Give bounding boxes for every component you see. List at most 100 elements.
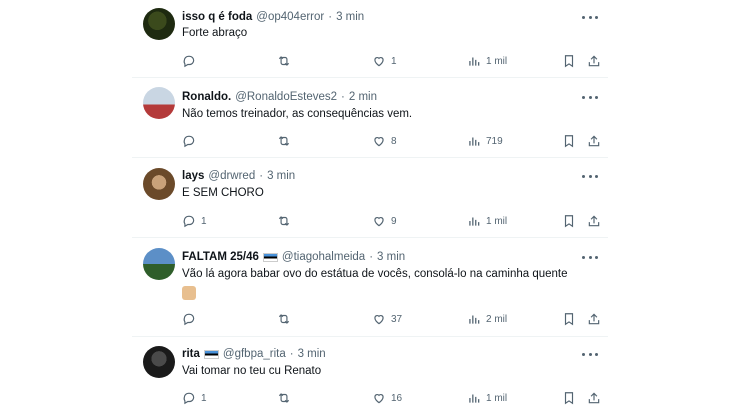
share-icon [588, 55, 600, 67]
action-bar: 8 719 [182, 133, 602, 149]
like-count: 9 [391, 215, 397, 227]
retweet-button[interactable] [277, 53, 296, 69]
display-name[interactable]: rita [182, 348, 200, 360]
reply-tweet[interactable]: FALTAM 25/46 @tiagohalmeida · 3 min Vão … [132, 239, 608, 337]
tweet-text: Vão lá agora babar ovo do estátua de voc… [182, 268, 568, 280]
like-button[interactable]: 16 [372, 390, 402, 406]
reply-button[interactable] [182, 133, 201, 149]
display-name[interactable]: Ronaldo. [182, 91, 231, 103]
more-icon[interactable] [582, 11, 598, 23]
like-button[interactable]: 1 [372, 53, 397, 69]
tweet-text: Vai tomar no teu cu Renato [182, 365, 322, 377]
reply-button[interactable] [182, 311, 201, 327]
bookmark-button[interactable] [562, 133, 576, 149]
views-button[interactable]: 1 mil [467, 53, 507, 69]
action-bar: 1 1 mil [182, 53, 602, 69]
share-button[interactable] [587, 311, 601, 327]
user-handle[interactable]: @RonaldoEsteves2 [235, 91, 337, 103]
share-icon [588, 135, 600, 147]
views-icon [469, 217, 480, 226]
user-handle[interactable]: @op404error [256, 11, 324, 23]
reply-tweet[interactable]: rita @gfbpa_rita · 3 min Vai tomar no te… [132, 338, 608, 416]
more-icon[interactable] [582, 348, 598, 360]
heart-icon [374, 315, 384, 325]
bookmark-button[interactable] [562, 53, 576, 69]
thumbs-up-emoji-icon [182, 286, 196, 300]
reply-tweet[interactable]: isso q é foda @op404error · 3 min Forte … [132, 0, 608, 78]
timestamp[interactable]: 3 min [298, 348, 326, 360]
retweet-icon [278, 56, 290, 66]
separator: · [289, 348, 294, 360]
more-icon[interactable] [582, 91, 598, 103]
tweet-text: Forte abraço [182, 27, 248, 39]
retweet-icon [278, 216, 290, 226]
bookmark-icon [564, 313, 574, 326]
separator: · [328, 11, 333, 23]
retweet-button[interactable] [277, 213, 296, 229]
views-button[interactable]: 719 [467, 133, 503, 149]
reply-tweet[interactable]: lays @drwred · 3 min E SEM CHORO 1 9 1 m… [132, 159, 608, 238]
like-count: 37 [391, 313, 403, 325]
avatar[interactable] [143, 87, 175, 119]
like-button[interactable]: 37 [372, 311, 402, 327]
like-count: 16 [391, 392, 403, 404]
views-icon [469, 394, 480, 403]
bookmark-button[interactable] [562, 213, 576, 229]
retweet-icon [278, 314, 290, 324]
share-button[interactable] [587, 213, 601, 229]
reply-icon [183, 135, 195, 148]
action-bar: 1 9 1 mil [182, 213, 602, 229]
reply-feed: isso q é foda @op404error · 3 min Forte … [132, 0, 608, 416]
more-icon[interactable] [582, 251, 598, 263]
retweet-button[interactable] [277, 311, 296, 327]
avatar[interactable] [143, 248, 175, 280]
timestamp[interactable]: 3 min [267, 170, 295, 182]
reply-button[interactable]: 1 [182, 213, 207, 229]
views-button[interactable]: 1 mil [467, 390, 507, 406]
share-button[interactable] [587, 133, 601, 149]
retweet-button[interactable] [277, 133, 296, 149]
retweet-button[interactable] [277, 390, 296, 406]
user-handle[interactable]: @gfbpa_rita [223, 348, 286, 360]
heart-icon [374, 217, 384, 227]
avatar[interactable] [143, 8, 175, 40]
reply-button[interactable]: 1 [182, 390, 207, 406]
timestamp[interactable]: 3 min [336, 11, 364, 23]
bookmark-icon [564, 392, 574, 405]
share-icon [588, 215, 600, 227]
estonia-flag-icon [203, 349, 219, 359]
avatar[interactable] [143, 168, 175, 200]
tweet-header: Ronaldo. @RonaldoEsteves2 · 2 min [182, 89, 377, 105]
share-icon [588, 313, 600, 325]
separator: · [259, 170, 264, 182]
action-bar: 37 2 mil [182, 311, 602, 327]
views-count: 719 [486, 135, 503, 147]
share-icon [588, 392, 600, 404]
bookmark-button[interactable] [562, 390, 576, 406]
tweet-text: E SEM CHORO [182, 187, 264, 199]
reply-count: 1 [201, 392, 207, 404]
display-name[interactable]: lays [182, 170, 204, 182]
reply-icon [183, 55, 195, 68]
bookmark-button[interactable] [562, 311, 576, 327]
timestamp[interactable]: 3 min [377, 251, 405, 263]
views-button[interactable]: 2 mil [467, 311, 507, 327]
like-button[interactable]: 8 [372, 133, 397, 149]
display-name[interactable]: FALTAM 25/46 [182, 251, 259, 263]
tweet-header: FALTAM 25/46 @tiagohalmeida · 3 min [182, 249, 405, 265]
estonia-flag-icon [262, 252, 278, 262]
user-handle[interactable]: @drwred [208, 170, 255, 182]
reply-button[interactable] [182, 53, 201, 69]
display-name[interactable]: isso q é foda [182, 11, 252, 23]
user-handle[interactable]: @tiagohalmeida [282, 251, 365, 263]
reply-tweet[interactable]: Ronaldo. @RonaldoEsteves2 · 2 min Não te… [132, 79, 608, 158]
views-icon [469, 57, 480, 66]
more-icon[interactable] [582, 170, 598, 182]
views-count: 2 mil [486, 313, 508, 325]
share-button[interactable] [587, 390, 601, 406]
avatar[interactable] [143, 346, 175, 378]
views-button[interactable]: 1 mil [467, 213, 507, 229]
timestamp[interactable]: 2 min [349, 91, 377, 103]
share-button[interactable] [587, 53, 601, 69]
like-button[interactable]: 9 [372, 213, 397, 229]
